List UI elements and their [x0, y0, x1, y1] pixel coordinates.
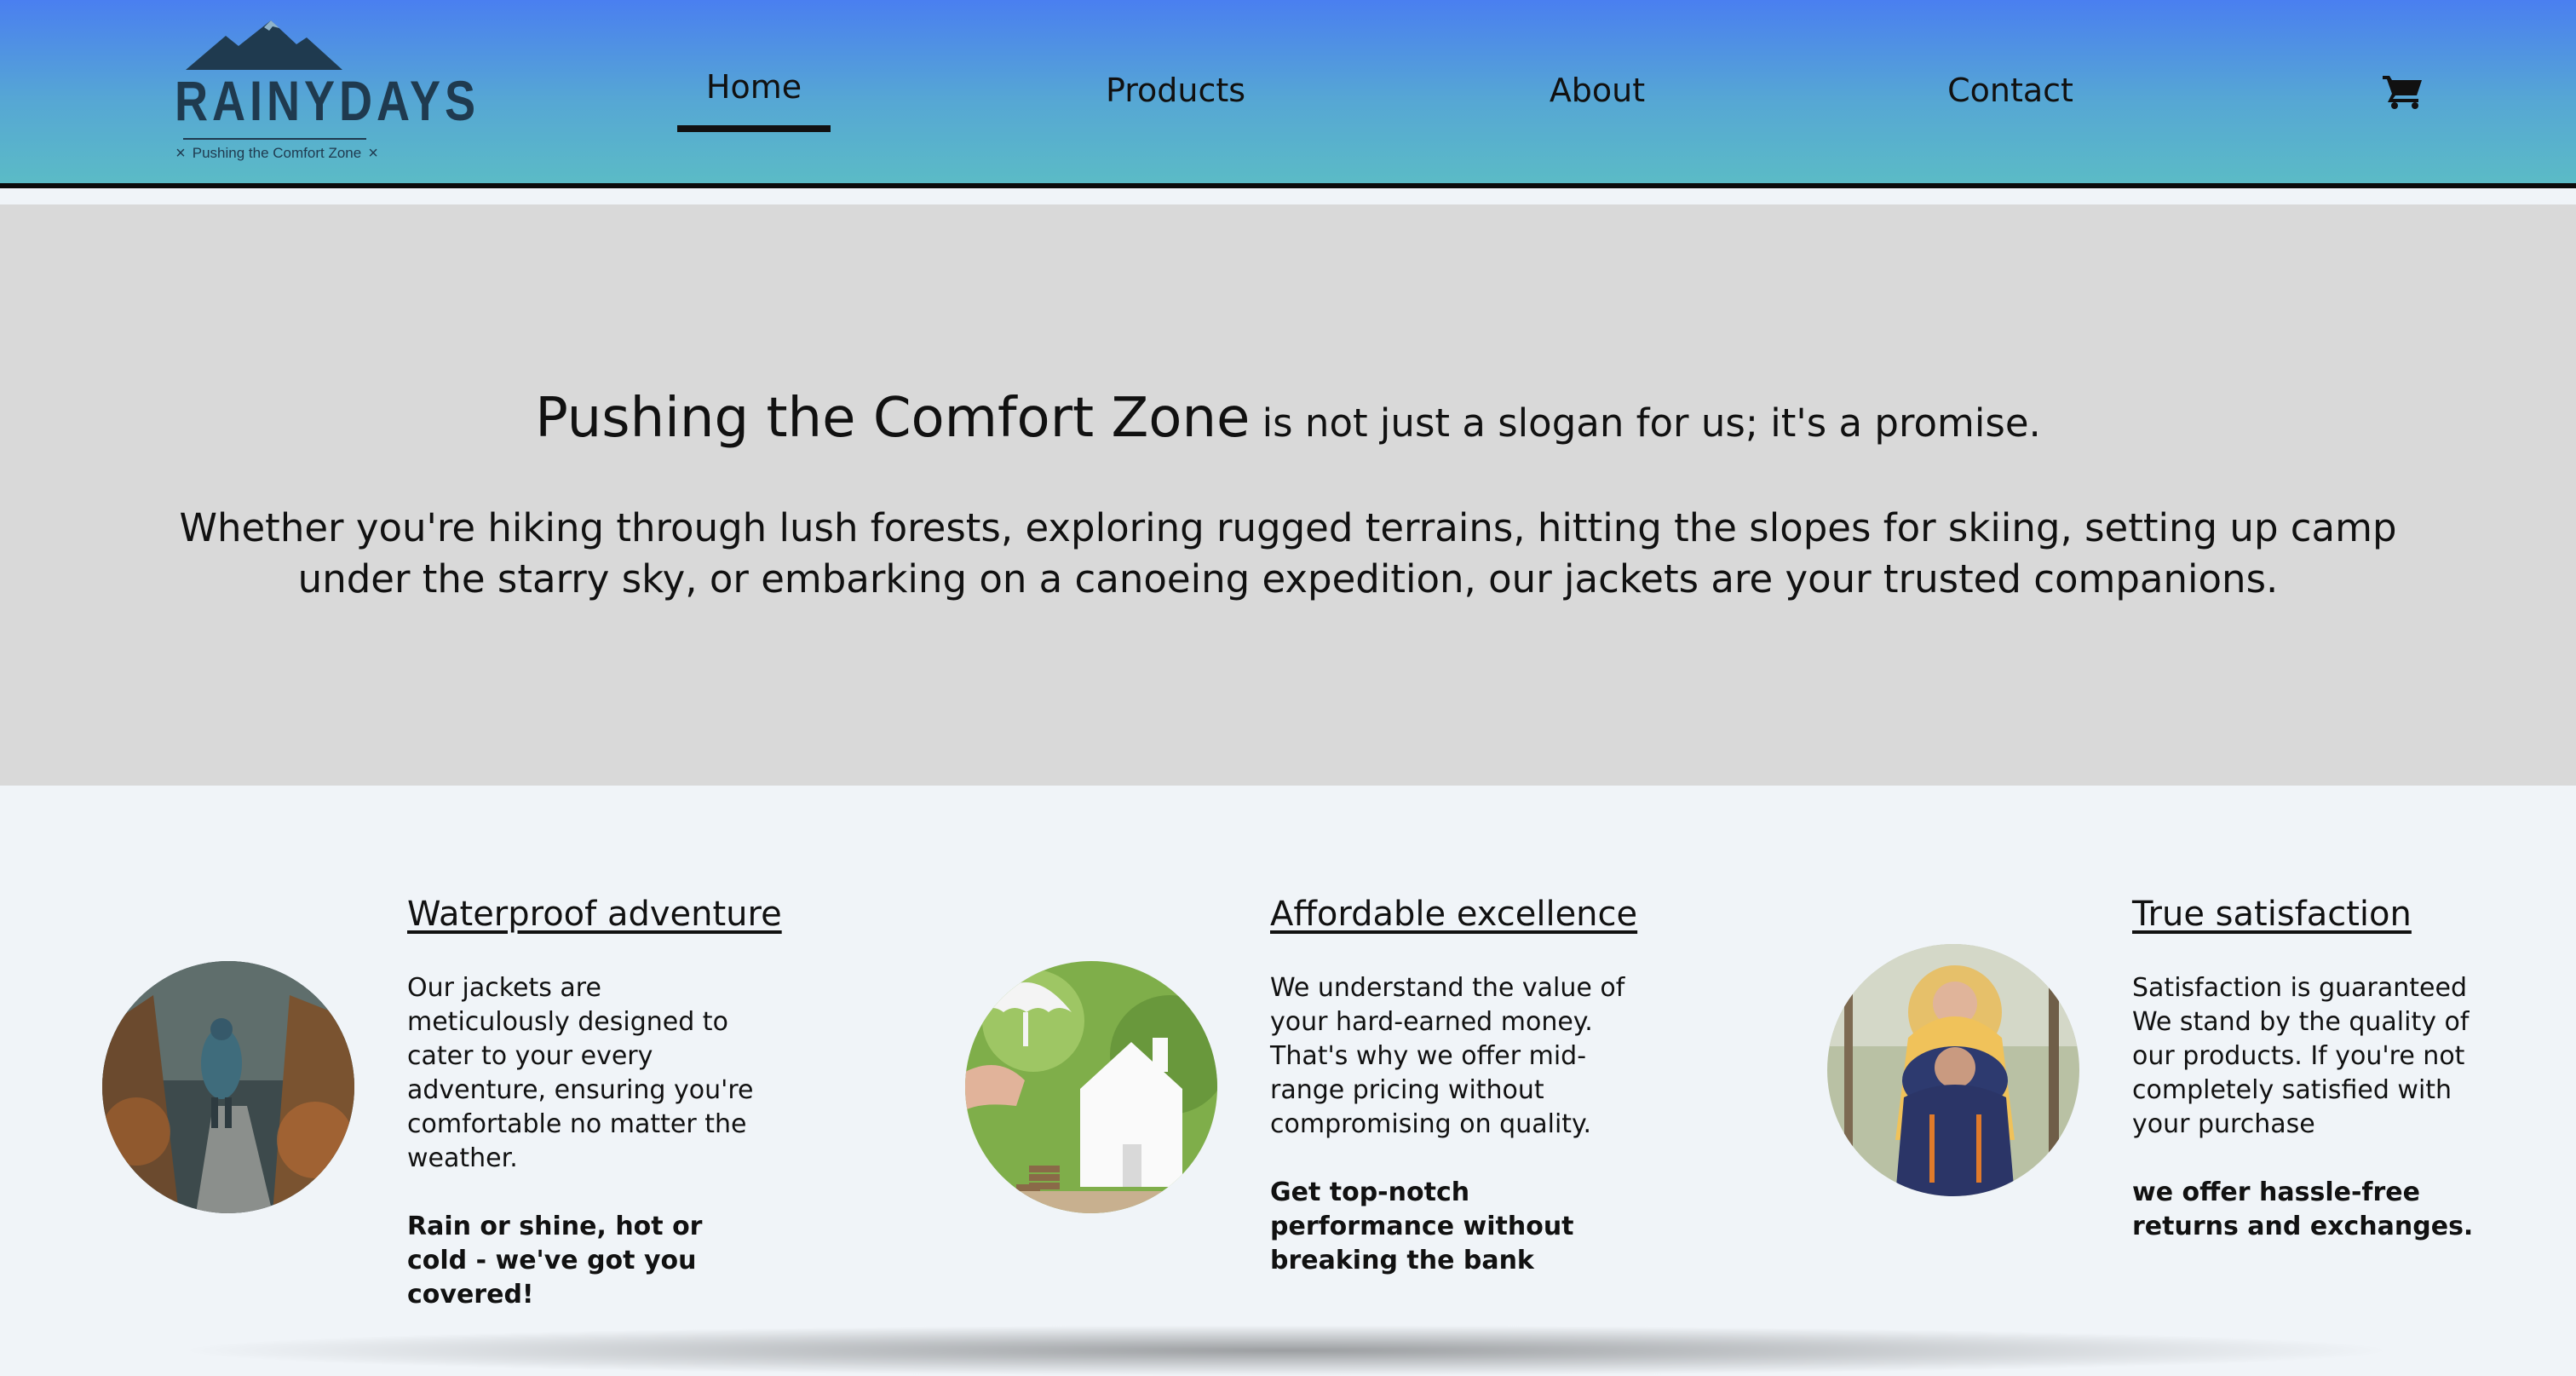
nav-about[interactable]: About — [1516, 72, 1678, 123]
nav-home[interactable]: Home — [677, 68, 831, 132]
nav-products[interactable]: Products — [1073, 72, 1278, 123]
couple-image — [1827, 944, 2079, 1196]
footer-shadow — [170, 1325, 2402, 1376]
active-indicator — [677, 125, 831, 132]
house-coins-image — [965, 961, 1217, 1213]
feature-body: Our jackets are meticulously designed to… — [407, 973, 754, 1173]
feature-highlight: Rain or shine, hot or cold - we've got y… — [407, 1212, 703, 1310]
hero-headline-rest: is not just a slogan for us; it's a prom… — [1250, 400, 2041, 446]
hero-section: Pushing the Comfort Zone is not just a s… — [0, 204, 2576, 786]
hero-headline: Pushing the Comfort Zone is not just a s… — [0, 387, 2576, 450]
logo-tagline: × Pushing the Comfort Zone × — [145, 145, 409, 162]
feature-body: We understand the value of your hard-ear… — [1270, 973, 1625, 1139]
feature-highlight: we offer hassle-free returns and exchang… — [2132, 1177, 2474, 1241]
site-header: RAINYDAYS × Pushing the Comfort Zone × H… — [0, 0, 2576, 188]
nav-contact[interactable]: Contact — [1925, 72, 2096, 123]
nav-about-label: About — [1549, 72, 1646, 109]
cross-icon: × — [368, 144, 378, 163]
feature-title: Affordable excellence — [1270, 895, 1638, 934]
logo[interactable]: RAINYDAYS × Pushing the Comfort Zone × — [145, 17, 480, 162]
nav-contact-label: Contact — [1947, 72, 2073, 109]
tagline-text: Pushing the Comfort Zone — [192, 145, 362, 161]
hero-description: Whether you're hiking through lush fores… — [179, 505, 2397, 602]
feature-highlight: Get top-notch performance without breaki… — [1270, 1177, 1574, 1275]
feature-body: Satisfaction is guaranteed We stand by t… — [2132, 973, 2470, 1139]
logo-divider — [183, 138, 366, 140]
hero-highlight: Pushing the Comfort Zone — [535, 387, 1251, 450]
nav-products-label: Products — [1105, 72, 1246, 109]
hiker-image — [102, 961, 354, 1213]
feature-title: Waterproof adventure — [407, 895, 782, 934]
brand-name: RAINYDAYS — [175, 69, 480, 132]
cross-icon: × — [175, 144, 186, 163]
feature-title: True satisfaction — [2132, 895, 2412, 934]
shopping-cart-icon[interactable] — [2383, 73, 2424, 109]
nav-home-label: Home — [705, 68, 802, 106]
